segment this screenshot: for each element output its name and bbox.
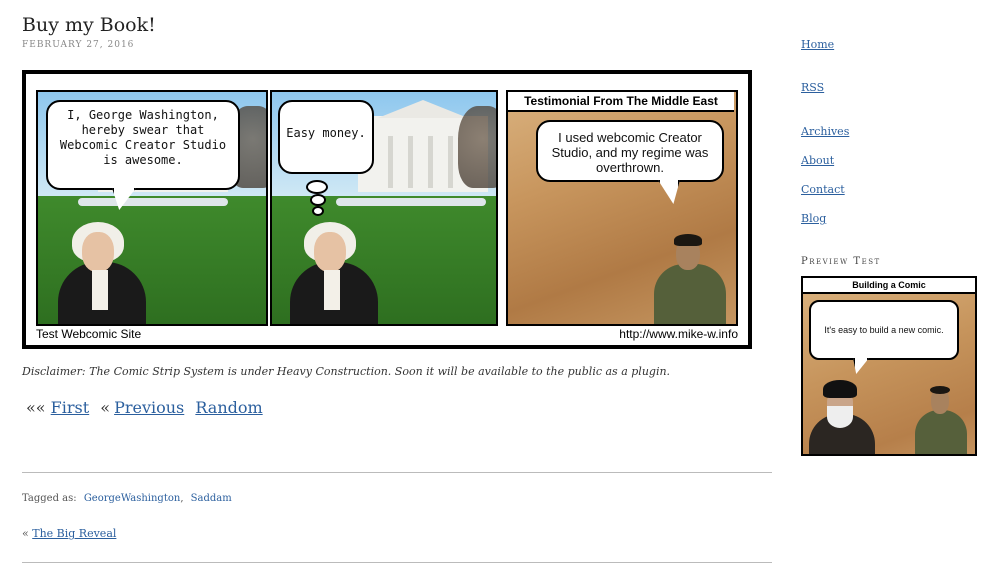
sidebar-link-blog[interactable]: Blog: [801, 212, 826, 225]
speech-bubble: I used webcomic Creator Studio, and my r…: [536, 120, 724, 204]
post-tags: Tagged as: GeorgeWashington, Saddam: [22, 493, 232, 504]
comic-site-name: Test Webcomic Site: [36, 327, 142, 341]
sidebar-link-contact[interactable]: Contact: [801, 183, 845, 196]
random-link[interactable]: Random: [195, 398, 262, 417]
first-link[interactable]: First: [51, 398, 90, 417]
thought-bubble-text: Easy money.: [286, 126, 366, 140]
disclaimer-text: Disclaimer: The Comic Strip System is un…: [22, 365, 671, 378]
george-washington-figure: [284, 214, 380, 324]
post-title: Buy my Book!: [22, 14, 156, 36]
comic-panel-2: Easy money.: [270, 90, 498, 326]
sidebar-link-archives[interactable]: Archives: [801, 125, 849, 138]
sidebar-link-about[interactable]: About: [801, 154, 834, 167]
preview-heading: Preview Test: [801, 256, 881, 267]
tag-link[interactable]: GeorgeWashington: [84, 493, 181, 504]
panel-title: Testimonial From The Middle East: [508, 92, 734, 112]
previous-post-link[interactable]: The Big Reveal: [32, 527, 116, 540]
speech-bubble: It's easy to build a new comic.: [809, 300, 959, 374]
speech-bubble-text: I, George Washington, hereby swear that …: [59, 108, 227, 167]
sidebar-link-home[interactable]: Home: [801, 38, 834, 51]
post-date: February 27, 2016: [22, 40, 135, 50]
speech-bubble: I, George Washington, hereby swear that …: [46, 100, 240, 210]
george-washington-figure: [52, 214, 148, 324]
comic-navigation: «« First «Previous Random: [26, 398, 263, 417]
preview-comic-title: Building a Comic: [803, 278, 975, 294]
soldier-figure: [913, 376, 969, 454]
comic-site-url: http://www.mike-w.info: [619, 327, 738, 341]
previous-post-prefix: «: [22, 527, 29, 540]
previous-link[interactable]: Previous: [114, 398, 184, 417]
tag-link[interactable]: Saddam: [191, 493, 232, 504]
preview-comic-thumbnail[interactable]: Building a Comic It's easy to build a ne…: [801, 276, 977, 456]
sidebar-link-rss[interactable]: RSS: [801, 81, 824, 94]
tags-label: Tagged as:: [22, 493, 77, 504]
comic-panel-1: I, George Washington, hereby swear that …: [36, 90, 268, 326]
previous-prefix: «: [100, 398, 111, 417]
speech-bubble-text: I used webcomic Creator Studio, and my r…: [551, 130, 709, 175]
comic-strip: I, George Washington, hereby swear that …: [22, 70, 752, 349]
comic-panel-3: Testimonial From The Middle East I used …: [506, 90, 738, 326]
divider: [22, 472, 772, 473]
first-prefix: ««: [26, 398, 46, 417]
speech-bubble-text: It's easy to build a new comic.: [824, 325, 944, 335]
cleric-figure: [809, 376, 875, 454]
saddam-figure: [650, 224, 730, 324]
thought-bubble: Easy money.: [278, 100, 374, 174]
divider: [22, 562, 772, 563]
previous-post-nav: « The Big Reveal: [22, 527, 116, 540]
